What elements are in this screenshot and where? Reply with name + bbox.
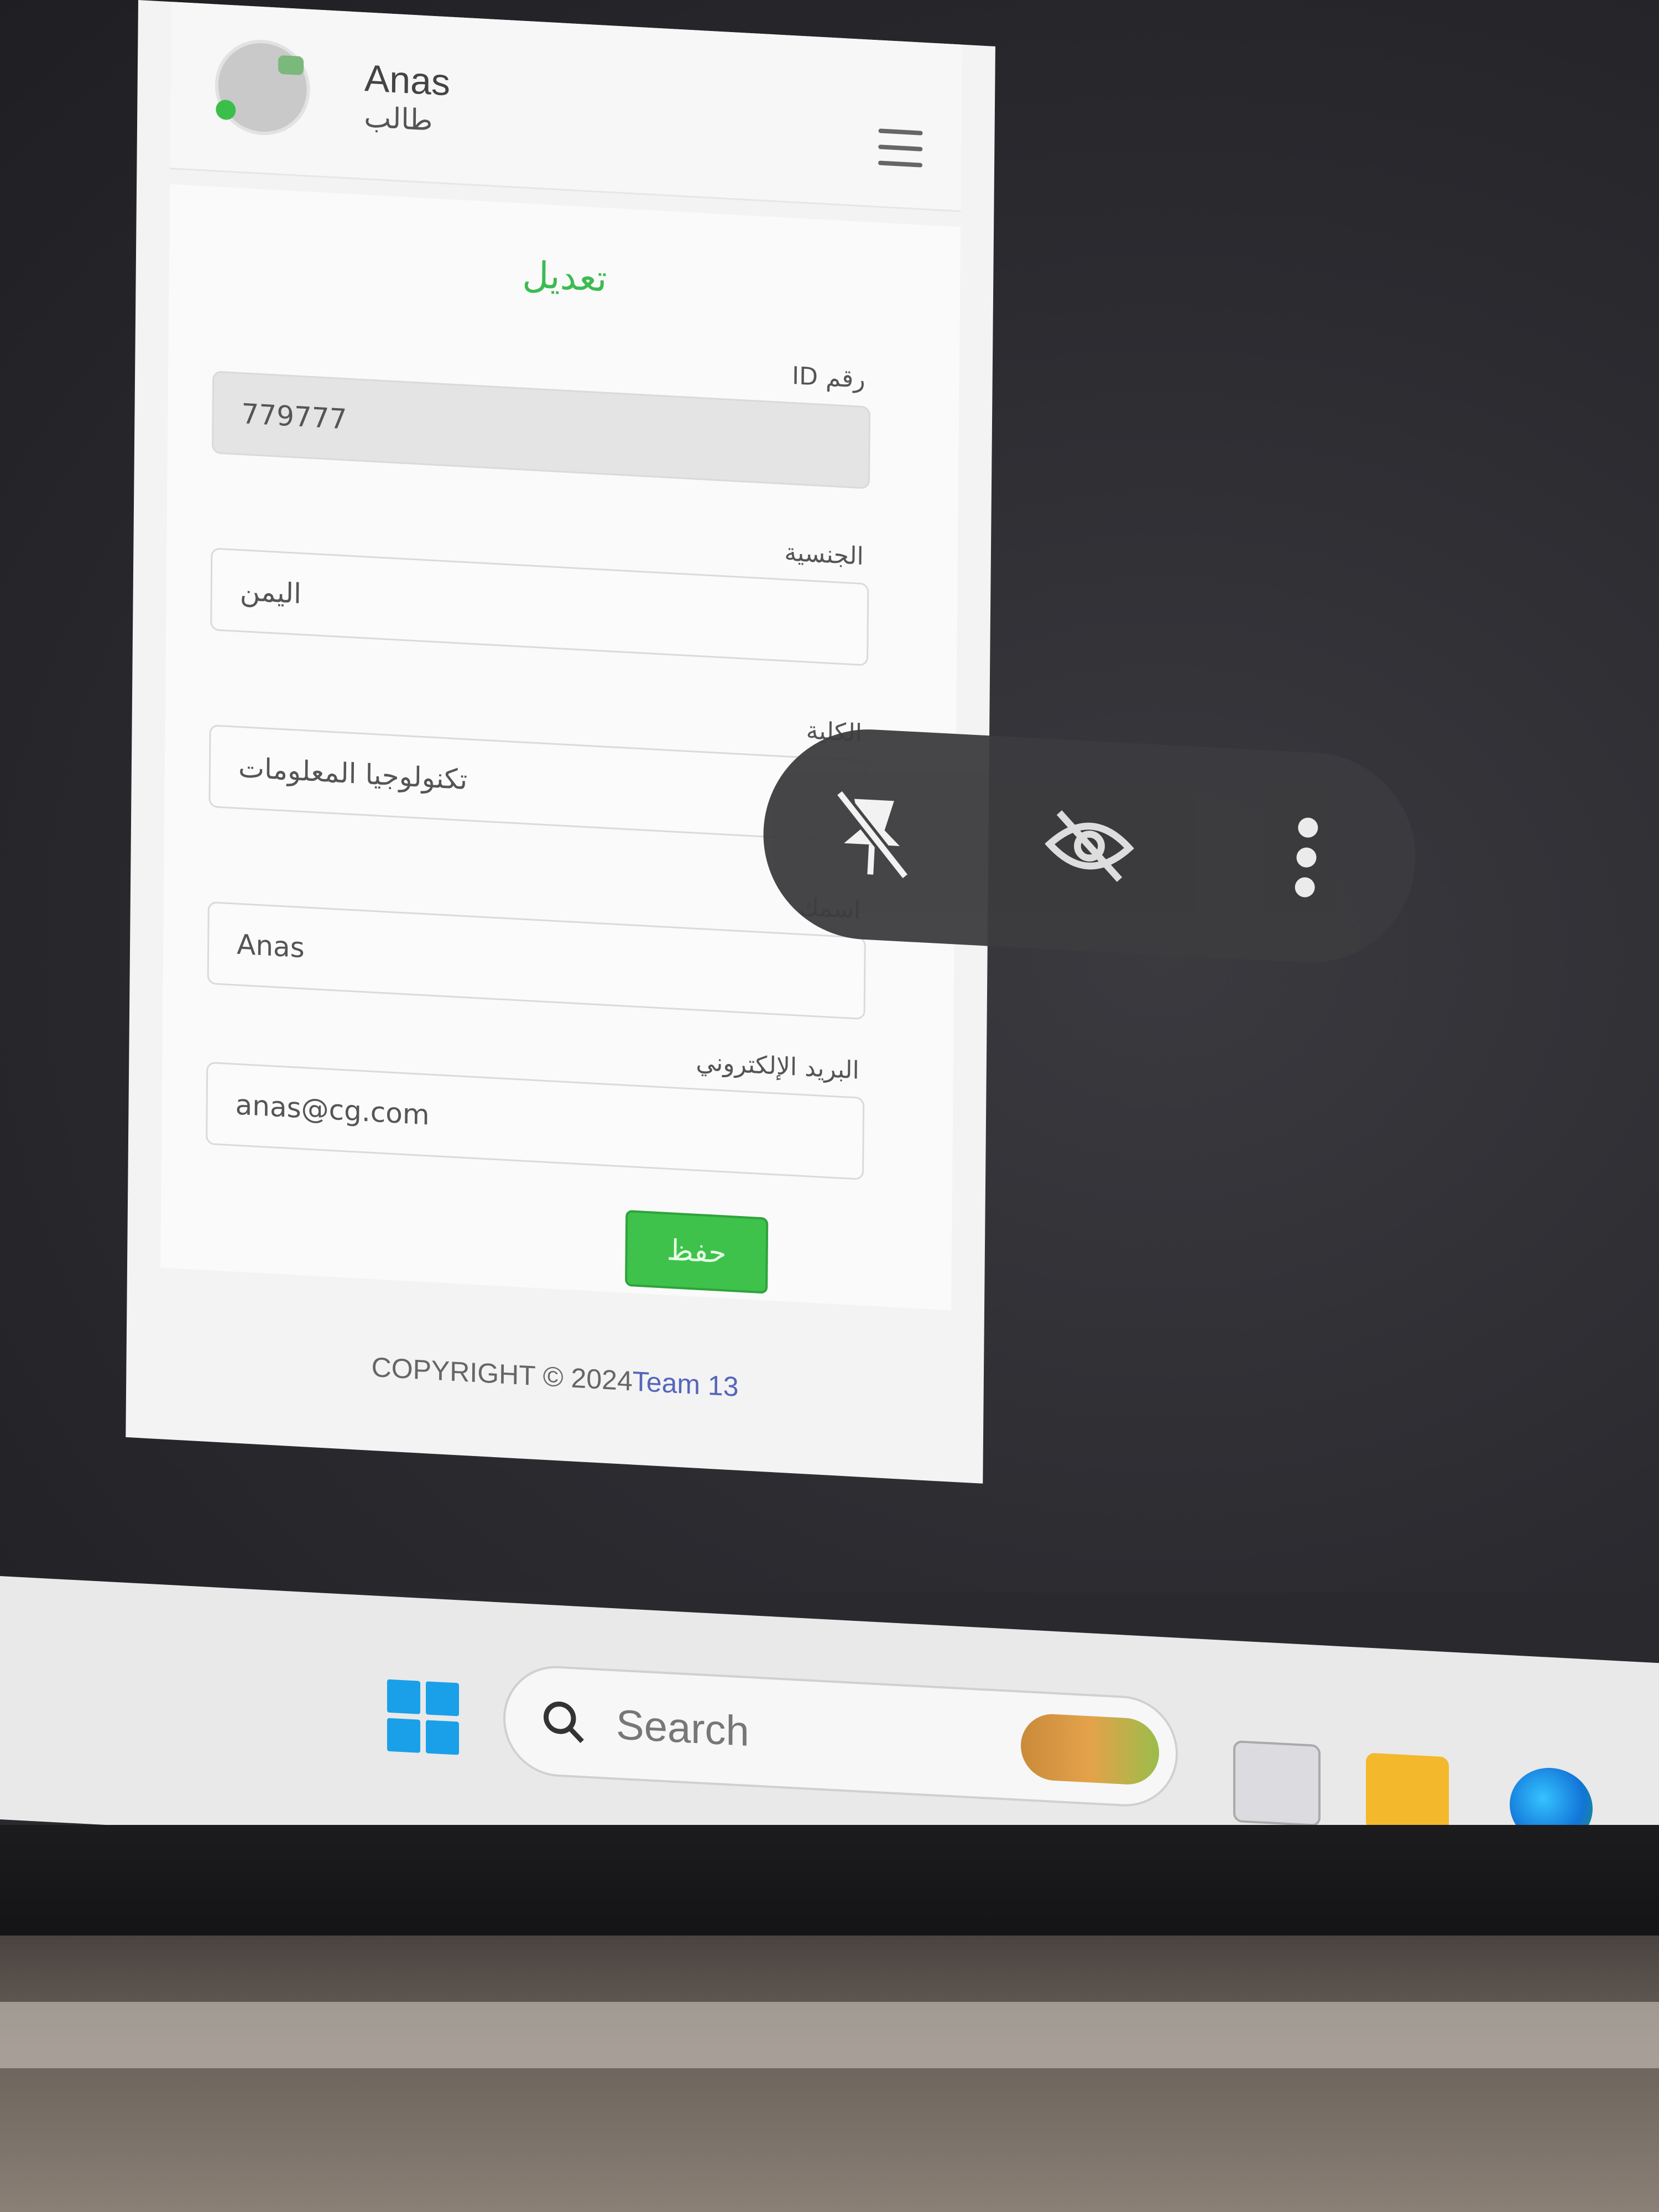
laptop-hinge-strip (0, 2002, 1659, 2068)
hamburger-menu-icon[interactable] (878, 128, 923, 168)
id-field: رقم ID 779777 (211, 330, 871, 489)
copyright-text: COPYRIGHT © 2024 (371, 1351, 633, 1397)
floating-toolbar (758, 724, 1421, 968)
task-view-icon[interactable] (1233, 1740, 1321, 1827)
monitor-bezel (0, 1825, 1659, 1936)
monitor-screen: Anas طالب تعديل رقم ID 779777 الجنسية ال… (0, 0, 1659, 1593)
nationality-value: اليمن (239, 575, 302, 610)
user-name: Anas (364, 57, 451, 104)
laptop-body (0, 1936, 1659, 2212)
avatar-badge (278, 55, 304, 76)
online-status-dot (216, 99, 236, 121)
windows-start-icon[interactable] (387, 1679, 459, 1755)
search-highlight-image (1021, 1712, 1159, 1786)
taskbar-search-box[interactable]: Search (503, 1663, 1178, 1809)
nationality-field: الجنسية اليمن (210, 507, 869, 666)
more-vertical-icon[interactable] (1249, 799, 1365, 915)
name-field: اسمك Anas (207, 861, 867, 1020)
search-icon (544, 1702, 584, 1743)
file-explorer-icon[interactable] (1366, 1752, 1449, 1835)
unpin-icon[interactable] (814, 776, 930, 893)
visibility-off-icon[interactable] (1031, 788, 1147, 904)
email-field: البريد الإلكتروني anas@cg.com (205, 1021, 865, 1181)
email-value: anas@cg.com (235, 1088, 430, 1131)
save-button[interactable]: حفظ (625, 1209, 769, 1294)
search-placeholder: Search (616, 1700, 749, 1755)
app-header: Anas طالب (170, 2, 962, 212)
user-role: طالب (364, 101, 433, 138)
name-value: Anas (236, 928, 305, 964)
team-link[interactable]: Team 13 (633, 1365, 739, 1402)
id-value: 779777 (241, 398, 347, 436)
avatar[interactable] (214, 37, 311, 138)
footer: COPYRIGHT © 2024Team 13 (126, 1338, 983, 1416)
form-title: تعديل (522, 253, 607, 300)
college-value: تكنولوجيا المعلومات (238, 751, 468, 796)
